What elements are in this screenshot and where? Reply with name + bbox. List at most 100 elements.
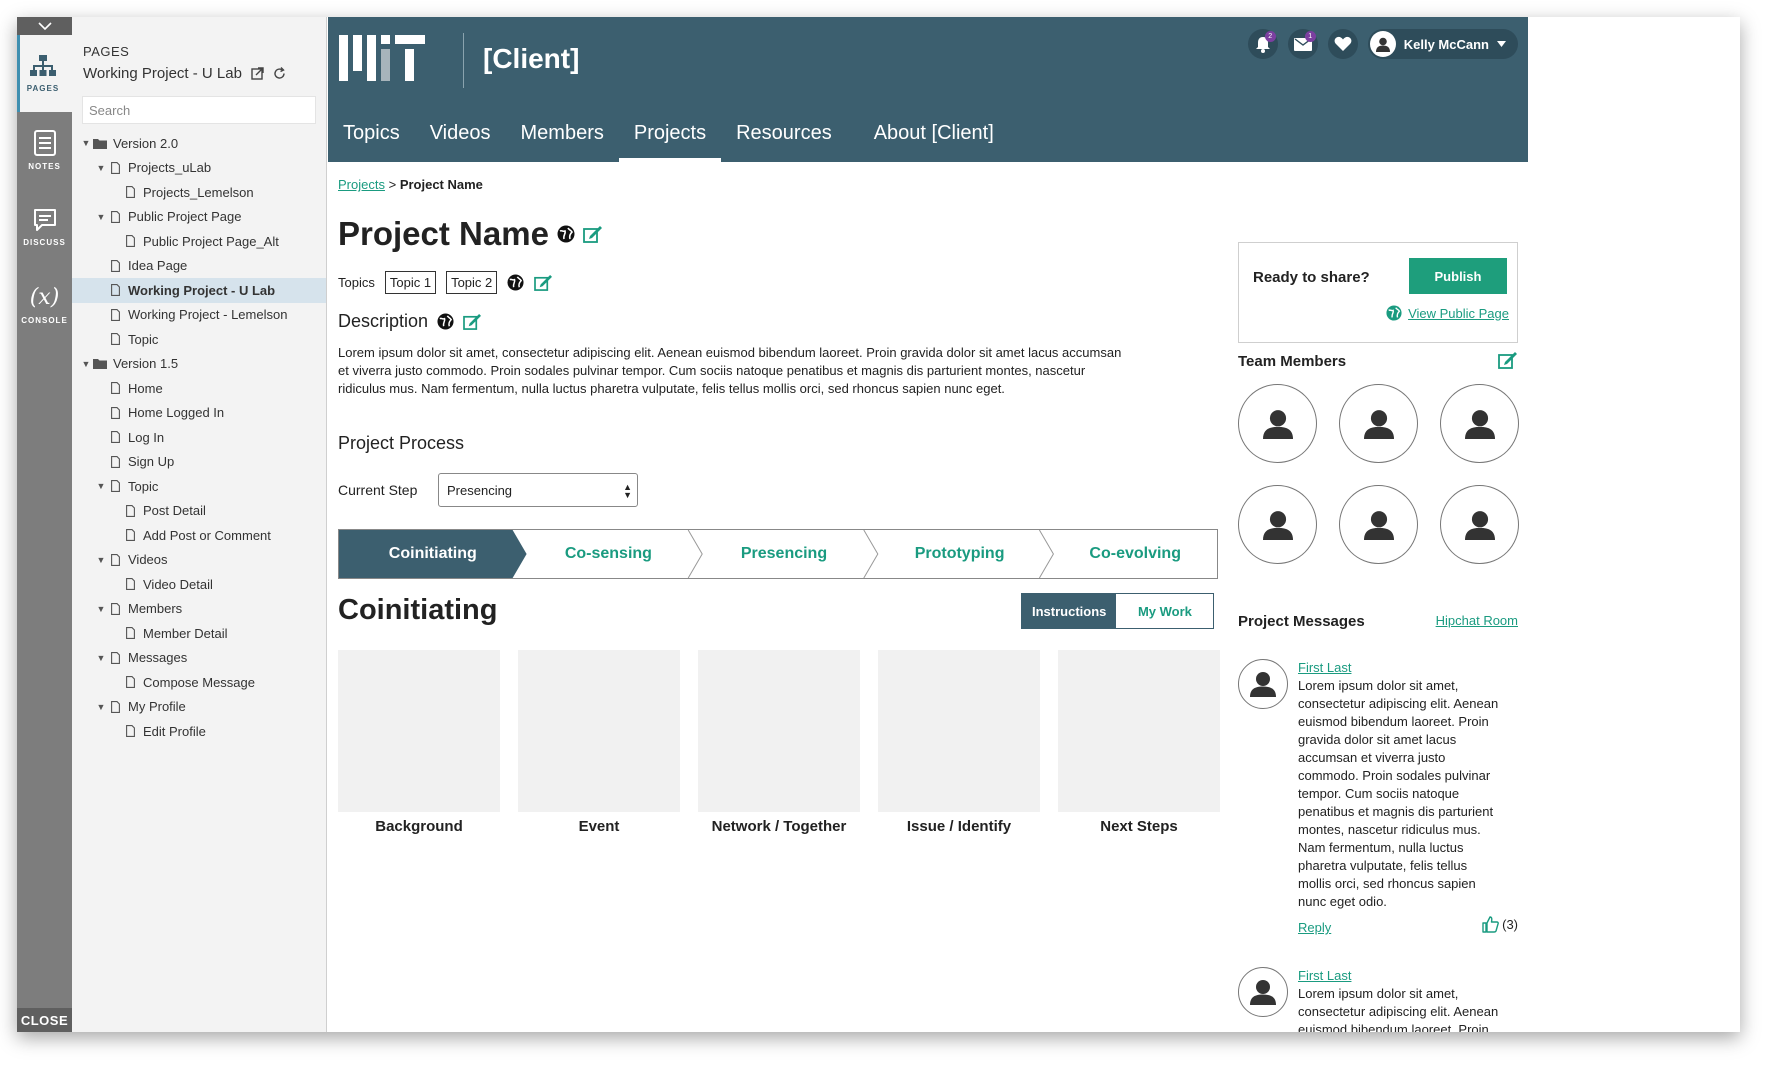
tree-item[interactable]: Log In bbox=[72, 425, 326, 450]
tree-item[interactable]: ▼ Version 2.0 bbox=[72, 131, 326, 156]
view-public-page-link[interactable]: View Public Page bbox=[1408, 306, 1509, 321]
nav-resources[interactable]: Resources bbox=[721, 105, 847, 162]
tree-item[interactable]: Sign Up bbox=[72, 450, 326, 475]
step-prototyping[interactable]: Prototyping bbox=[872, 530, 1048, 578]
step-co-sensing[interactable]: Co-sensing bbox=[521, 530, 697, 578]
messages-button[interactable]: 1 bbox=[1287, 29, 1318, 59]
step-coinitiating[interactable]: Coinitiating bbox=[345, 530, 521, 578]
nav-projects[interactable]: Projects bbox=[618, 105, 722, 162]
expand-triangle-icon[interactable]: ▼ bbox=[95, 555, 107, 565]
rail-item-discuss[interactable]: DISCUSS bbox=[17, 189, 72, 266]
tree-item[interactable]: Add Post or Comment bbox=[72, 523, 326, 548]
current-step-select[interactable]: Presencing ▲ ▼ bbox=[438, 473, 638, 507]
edit-icon[interactable] bbox=[463, 313, 482, 330]
team-member-avatar[interactable] bbox=[1238, 384, 1317, 463]
team-member-avatar[interactable] bbox=[1440, 485, 1519, 564]
topics-row: Topics Topic 1 Topic 2 bbox=[338, 271, 553, 294]
tree-item[interactable]: Edit Profile bbox=[72, 719, 326, 744]
reply-link[interactable]: Reply bbox=[1298, 920, 1331, 935]
tree-item[interactable]: Compose Message bbox=[72, 670, 326, 695]
message-author[interactable]: First Last bbox=[1298, 967, 1518, 985]
globe-icon[interactable] bbox=[557, 225, 575, 243]
favorites-button[interactable] bbox=[1327, 29, 1358, 59]
page-icon bbox=[107, 210, 123, 223]
tree-item[interactable]: Public Project Page_Alt bbox=[72, 229, 326, 254]
rail-item-console[interactable]: (x) CONSOLE bbox=[17, 266, 72, 343]
tree-item[interactable]: ▼ Messages bbox=[72, 646, 326, 671]
tab-my-work[interactable]: My Work bbox=[1116, 594, 1214, 628]
nav-topics[interactable]: Topics bbox=[328, 105, 415, 162]
team-member-avatar[interactable] bbox=[1339, 384, 1418, 463]
stage-card[interactable]: Event bbox=[518, 650, 680, 835]
stage-card[interactable]: Issue / Identify bbox=[878, 650, 1040, 835]
expand-triangle-icon[interactable]: ▼ bbox=[95, 212, 107, 222]
expand-triangle-icon[interactable]: ▼ bbox=[95, 653, 107, 663]
expand-triangle-icon[interactable]: ▼ bbox=[95, 481, 107, 491]
tab-instructions[interactable]: Instructions bbox=[1022, 594, 1117, 628]
page-icon bbox=[107, 480, 123, 493]
tree-item[interactable]: ▼ Version 1.5 bbox=[72, 352, 326, 377]
tree-item[interactable]: Member Detail bbox=[72, 621, 326, 646]
tree-item[interactable]: Video Detail bbox=[72, 572, 326, 597]
topic-tag[interactable]: Topic 1 bbox=[384, 271, 437, 294]
like-button[interactable]: (3) bbox=[1482, 916, 1518, 933]
close-button[interactable]: CLOSE bbox=[17, 1008, 72, 1032]
breadcrumb-projects-link[interactable]: Projects bbox=[338, 177, 385, 192]
tree-item[interactable]: ▼ Projects_uLab bbox=[72, 156, 326, 181]
hipchat-room-link[interactable]: Hipchat Room bbox=[1436, 613, 1518, 628]
step-co-evolving[interactable]: Co-evolving bbox=[1047, 530, 1223, 578]
tree-item[interactable]: Topic bbox=[72, 327, 326, 352]
tree-item[interactable]: ▼ Videos bbox=[72, 548, 326, 573]
message-author[interactable]: First Last bbox=[1298, 659, 1518, 677]
globe-icon[interactable] bbox=[437, 313, 454, 330]
team-member-avatar[interactable] bbox=[1339, 485, 1418, 564]
topic-tag[interactable]: Topic 2 bbox=[446, 271, 498, 294]
tree-item[interactable]: Home Logged In bbox=[72, 401, 326, 426]
step-presencing[interactable]: Presencing bbox=[696, 530, 872, 578]
message-footer: Reply (3) bbox=[1298, 916, 1518, 935]
tree-item[interactable]: Working Project - U Lab bbox=[72, 278, 326, 303]
stage-card[interactable]: Background bbox=[338, 650, 500, 835]
message-line: Nam fermentum, nulla luctus bbox=[1298, 840, 1464, 855]
user-icon bbox=[1363, 510, 1394, 540]
notifications-badge: 2 bbox=[1264, 31, 1276, 42]
rail-item-notes[interactable]: NOTES bbox=[17, 112, 72, 189]
tree-item[interactable]: Post Detail bbox=[72, 499, 326, 524]
tree-item[interactable]: Idea Page bbox=[72, 254, 326, 279]
globe-icon[interactable] bbox=[507, 274, 524, 291]
nav-members[interactable]: Members bbox=[506, 105, 619, 162]
collapse-toggle[interactable] bbox=[17, 17, 72, 35]
tree-item[interactable]: Projects_Lemelson bbox=[72, 180, 326, 205]
edit-icon[interactable] bbox=[583, 225, 603, 243]
tree-item[interactable]: Working Project - Lemelson bbox=[72, 303, 326, 328]
stage-card[interactable]: Network / Together bbox=[698, 650, 860, 835]
publish-button[interactable]: Publish bbox=[1409, 258, 1507, 294]
edit-icon[interactable] bbox=[1498, 351, 1518, 369]
stage-card[interactable]: Next Steps bbox=[1058, 650, 1220, 835]
refresh-icon[interactable] bbox=[273, 67, 286, 80]
notifications-button[interactable]: 2 bbox=[1247, 29, 1278, 59]
expand-triangle-icon[interactable]: ▼ bbox=[80, 359, 92, 369]
tree-item[interactable]: Home bbox=[72, 376, 326, 401]
page-search-input[interactable]: Search bbox=[82, 96, 316, 124]
expand-triangle-icon[interactable]: ▼ bbox=[95, 702, 107, 712]
nav-videos[interactable]: Videos bbox=[415, 105, 506, 162]
expand-triangle-icon[interactable]: ▼ bbox=[80, 138, 92, 148]
tree-item[interactable]: ▼ Topic bbox=[72, 474, 326, 499]
tree-item[interactable]: ▼ My Profile bbox=[72, 695, 326, 720]
expand-triangle-icon[interactable]: ▼ bbox=[95, 604, 107, 614]
globe-icon bbox=[1386, 305, 1402, 321]
tree-item-label: Public Project Page_Alt bbox=[143, 233, 279, 249]
tree-item[interactable]: ▼ Public Project Page bbox=[72, 205, 326, 230]
team-member-avatar[interactable] bbox=[1238, 485, 1317, 564]
team-member-avatar[interactable] bbox=[1440, 384, 1519, 463]
page-icon bbox=[107, 553, 123, 566]
tree-item[interactable]: ▼ Members bbox=[72, 597, 326, 622]
rail-item-pages[interactable]: PAGES bbox=[17, 35, 72, 112]
nav-about-client[interactable]: About [Client] bbox=[859, 105, 1009, 162]
expand-triangle-icon[interactable]: ▼ bbox=[95, 163, 107, 173]
external-link-icon[interactable] bbox=[251, 67, 264, 80]
edit-icon[interactable] bbox=[534, 274, 553, 291]
page-icon bbox=[107, 651, 123, 664]
user-menu[interactable]: Kelly McCann bbox=[1367, 29, 1518, 59]
